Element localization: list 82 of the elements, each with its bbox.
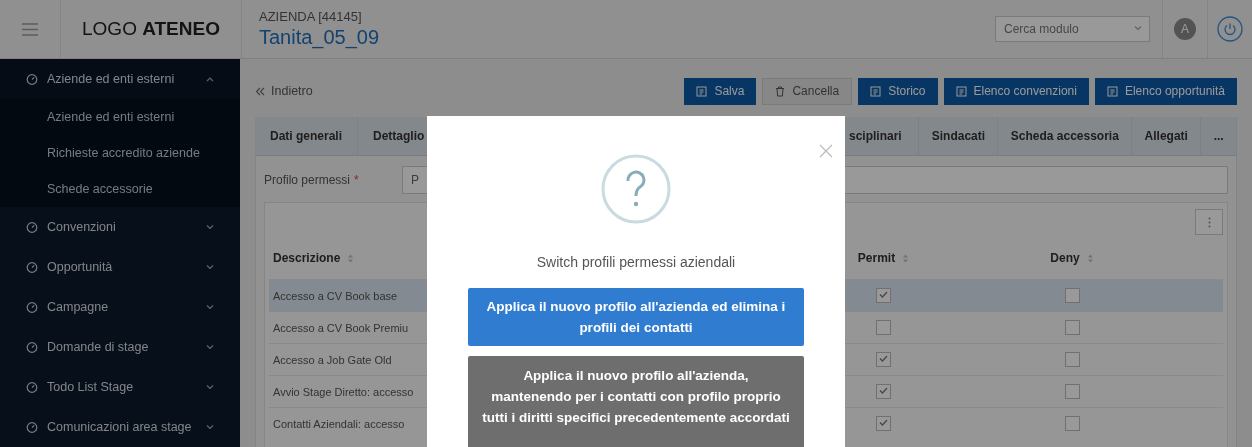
check-icon [878, 385, 889, 397]
column-header[interactable]: Descrizione [273, 251, 355, 265]
modal-option-button[interactable]: Applica il nuovo profilo all'azienda ed elimina i profili dei contatti [468, 288, 804, 346]
chevron-down-icon [206, 344, 214, 350]
sidebar-subitem[interactable]: Aziende ed enti esterni [0, 99, 240, 135]
sidebar-item[interactable]: Aziende ed enti esterni [0, 59, 240, 99]
toolbar-button[interactable]: Elenco convenzioni [943, 77, 1089, 105]
double-chevron-icon [255, 86, 265, 96]
checkbox[interactable] [1064, 320, 1080, 336]
check-icon [878, 353, 889, 365]
column-header[interactable]: Permit [857, 251, 910, 265]
check-icon [878, 417, 889, 429]
toolbar-button[interactable]: Storico [858, 77, 938, 105]
sidebar-item[interactable]: Campagne [0, 287, 240, 327]
checkbox[interactable] [1064, 384, 1080, 400]
table-cell: Accesso a CV Book Premiu [269, 311, 424, 344]
table-cell: Contatti Aziendali: accesso [269, 407, 424, 439]
tab[interactable]: ... [1201, 117, 1237, 155]
column-header[interactable]: Deny [1050, 251, 1094, 265]
gauge-icon [26, 301, 38, 313]
sidebar-item[interactable]: Opportunità [0, 247, 240, 287]
module-search-field[interactable]: Cerca modulo [995, 16, 1150, 42]
checkbox[interactable] [876, 416, 891, 432]
chevron-down-icon [206, 424, 214, 430]
gauge-icon [26, 73, 38, 85]
chevron-down-icon [206, 264, 214, 270]
power-icon[interactable] [1217, 16, 1243, 42]
menu-icon[interactable] [22, 22, 38, 36]
checkbox[interactable] [876, 352, 891, 368]
toolbar-button[interactable]: Cancella [762, 77, 853, 105]
tab[interactable]: sciplinari [849, 117, 920, 155]
sidebar-item[interactable]: Domande di stage [0, 327, 240, 367]
tab[interactable]: Sindacati [919, 117, 999, 155]
sort-icon [347, 252, 355, 264]
chevron-down-icon [206, 384, 214, 390]
table-cell: Accesso a CV Book base [269, 279, 424, 312]
chevron-down-icon [206, 304, 214, 310]
trash-icon [775, 85, 786, 97]
document-icon [870, 85, 882, 97]
checkbox[interactable] [876, 288, 891, 304]
tab[interactable]: Scheda accessoria [998, 117, 1133, 155]
sidebar-item[interactable]: Todo List Stage [0, 367, 240, 407]
user-avatar[interactable]: A [1174, 18, 1196, 40]
sidebar-item[interactable]: Comunicazioni area stage [0, 407, 240, 447]
gauge-icon [26, 341, 38, 353]
modal-option-button[interactable]: Applica il nuovo profilo all'azienda, mantenendo per i contatti con profilo proprio tutti i diritti specifici precedentemente accordati [468, 356, 804, 447]
company-label: AZIENDA [44145] [259, 9, 363, 24]
checkbox[interactable] [1064, 416, 1080, 432]
checkbox[interactable] [1064, 352, 1080, 368]
gauge-icon [26, 381, 38, 393]
sidebar-item[interactable]: Convenzioni [0, 207, 240, 247]
gauge-icon [26, 421, 38, 433]
checkbox[interactable] [1064, 288, 1080, 304]
gauge-icon [26, 261, 38, 273]
check-icon [878, 289, 889, 301]
chevron-down-icon [206, 224, 214, 230]
chevron-up-icon [206, 76, 214, 82]
question-icon [601, 154, 671, 224]
sort-icon [1086, 252, 1094, 264]
toolbar-button[interactable]: Elenco opportunità [1094, 77, 1237, 105]
gauge-icon [26, 221, 38, 233]
table-cell: Accesso a Job Gate Old [269, 343, 424, 376]
required-asterisk: * [354, 173, 359, 187]
document-icon [955, 85, 967, 97]
logo: LOGO ATENEO [82, 18, 220, 40]
more-button[interactable] [1195, 209, 1223, 235]
document-icon [696, 85, 708, 97]
sort-icon [902, 252, 910, 264]
toolbar-button[interactable]: Salva [684, 77, 757, 105]
tab[interactable]: Dati generali [255, 117, 359, 155]
tab[interactable]: Allegati [1132, 117, 1202, 155]
table-cell: Avvio Stage Diretto: accesso [269, 375, 424, 408]
checkbox[interactable] [876, 384, 891, 400]
sidebar-subitem[interactable]: Richieste accredito aziende [0, 135, 240, 171]
back-link[interactable]: Indietro [255, 84, 313, 98]
field-label: Profilo permessi [264, 173, 351, 187]
chevron-down-icon [1134, 25, 1142, 31]
company-name: Tanita_05_09 [259, 26, 381, 49]
modal-title: Switch profili permessi aziendali [536, 254, 736, 270]
document-icon [1106, 85, 1118, 97]
sidebar-subitem[interactable]: Schede accessorie [0, 171, 240, 207]
checkbox[interactable] [876, 320, 891, 336]
